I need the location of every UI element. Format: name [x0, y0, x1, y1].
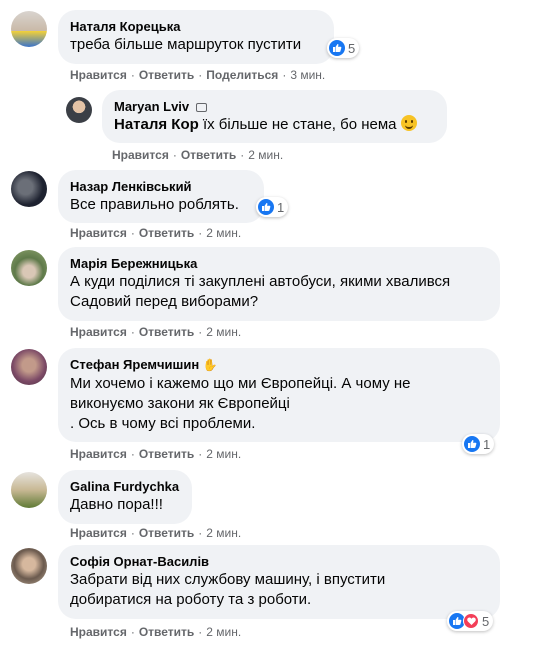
comment-bubble: Софія Орнат-Василів Забрати від них служ… [58, 545, 500, 619]
reply-link[interactable]: Ответить [139, 625, 194, 639]
avatar[interactable] [11, 171, 47, 207]
reaction-count[interactable]: 5 [327, 38, 360, 58]
mention-link[interactable]: Наталя Кор [114, 116, 199, 133]
comment-text: Наталя Кор їх більше не стане, бо нема [114, 115, 435, 135]
comment-bubble: Стефан Яремчишин ✋ Ми хочемо і кажемо що… [58, 348, 500, 442]
like-link[interactable]: Нравится [70, 226, 127, 240]
reply-link[interactable]: Ответить [139, 526, 194, 540]
comment-actions: Нравится · Ответить · 2 мин. [70, 325, 242, 339]
comment-actions: Нравится · Ответить · 2 мин. [70, 625, 242, 639]
comment-author: Стефан Яремчишин ✋ [70, 357, 218, 372]
comment-bubble: Марія Бережницька А куди поділися ті зак… [58, 247, 500, 321]
avatar[interactable] [66, 97, 92, 123]
share-link[interactable]: Поделиться [206, 68, 278, 82]
comment-author[interactable]: Galina Furdychka [70, 478, 180, 495]
reply-link[interactable]: Ответить [181, 148, 236, 162]
timestamp[interactable]: 2 мин. [206, 526, 241, 540]
like-link[interactable]: Нравится [70, 625, 127, 639]
comment-text-line: Забрати від них службову машину, і впуст… [70, 571, 386, 588]
timestamp[interactable]: 2 мин. [206, 226, 241, 240]
timestamp[interactable]: 2 мин. [248, 148, 283, 162]
timestamp[interactable]: 3 мин. [290, 68, 325, 82]
avatar[interactable] [11, 11, 47, 47]
comment-bubble: Galina Furdychka Давно пора!!! [58, 470, 192, 524]
comment-bubble: Назар Ленківський Все правильно роблять. [58, 170, 264, 223]
reaction-number: 5 [348, 40, 356, 56]
comment-text-line: А куди поділися ті закуплені автобуси, я… [70, 273, 451, 290]
heart-icon [463, 613, 479, 629]
comment-actions: Нравится · Ответить · 2 мин. [70, 526, 242, 540]
like-icon [329, 40, 345, 56]
waving-hand-icon: ✋ [202, 358, 218, 372]
reply-link[interactable]: Ответить [139, 325, 194, 339]
avatar[interactable] [11, 548, 47, 584]
comment-author[interactable]: Марія Бережницька [70, 255, 488, 272]
reaction-number: 5 [482, 613, 490, 629]
reaction-number: 1 [483, 436, 491, 452]
comment-text-line: добиратися на роботу та з роботи. [70, 591, 312, 608]
comment-text-line: . Ось в чому всі проблеми. [70, 415, 256, 432]
avatar[interactable] [11, 250, 47, 286]
reply-link[interactable]: Ответить [139, 226, 194, 240]
comment-text-line: Ми хочемо і кажемо що ми Європейці. А чо… [70, 375, 411, 392]
comment-author[interactable]: Софія Орнат-Василів [70, 553, 488, 570]
comment-author[interactable]: Наталя Корецька [70, 18, 322, 35]
like-link[interactable]: Нравится [70, 68, 127, 82]
comment-bubble: Maryan Lviv Наталя Кор їх більше не стан… [102, 90, 447, 143]
like-link[interactable]: Нравится [70, 447, 127, 461]
avatar[interactable] [11, 349, 47, 385]
like-link[interactable]: Нравится [70, 526, 127, 540]
comment-text: Все правильно роблять. [70, 196, 239, 213]
comment-author[interactable]: Назар Ленківський [70, 178, 252, 195]
reaction-count[interactable]: 1 [256, 197, 289, 217]
messenger-icon [195, 103, 207, 112]
like-link[interactable]: Нравится [70, 325, 127, 339]
comment-actions: Нравится · Ответить · 2 мин. [112, 148, 284, 162]
comment-author: Maryan Lviv [114, 98, 435, 115]
comment-text-line: виконуємо закони як Європейці [70, 395, 290, 412]
reaction-count[interactable]: 1 [462, 434, 495, 454]
smile-emoji-icon [400, 115, 417, 131]
timestamp[interactable]: 2 мин. [206, 447, 241, 461]
like-icon [258, 199, 274, 215]
comment-text: Давно пора!!! [70, 496, 163, 513]
like-icon [464, 436, 480, 452]
comment-actions: Нравится · Ответить · 2 мин. [70, 447, 242, 461]
comment-bubble: Наталя Корецька треба більше маршруток п… [58, 10, 334, 64]
timestamp[interactable]: 2 мин. [206, 625, 241, 639]
comment-text-line: Садовий перед виборами? [70, 293, 259, 310]
timestamp[interactable]: 2 мин. [206, 325, 241, 339]
reply-link[interactable]: Ответить [139, 68, 194, 82]
comment-actions: Нравится · Ответить · Поделиться · 3 мин. [70, 68, 326, 82]
reaction-count[interactable]: 5 [447, 611, 494, 631]
avatar[interactable] [11, 472, 47, 508]
reply-link[interactable]: Ответить [139, 447, 194, 461]
reaction-number: 1 [277, 199, 285, 215]
comment-text: треба більше маршруток пустити [70, 36, 302, 53]
comment-actions: Нравится · Ответить · 2 мин. [70, 226, 242, 240]
like-link[interactable]: Нравится [112, 148, 169, 162]
